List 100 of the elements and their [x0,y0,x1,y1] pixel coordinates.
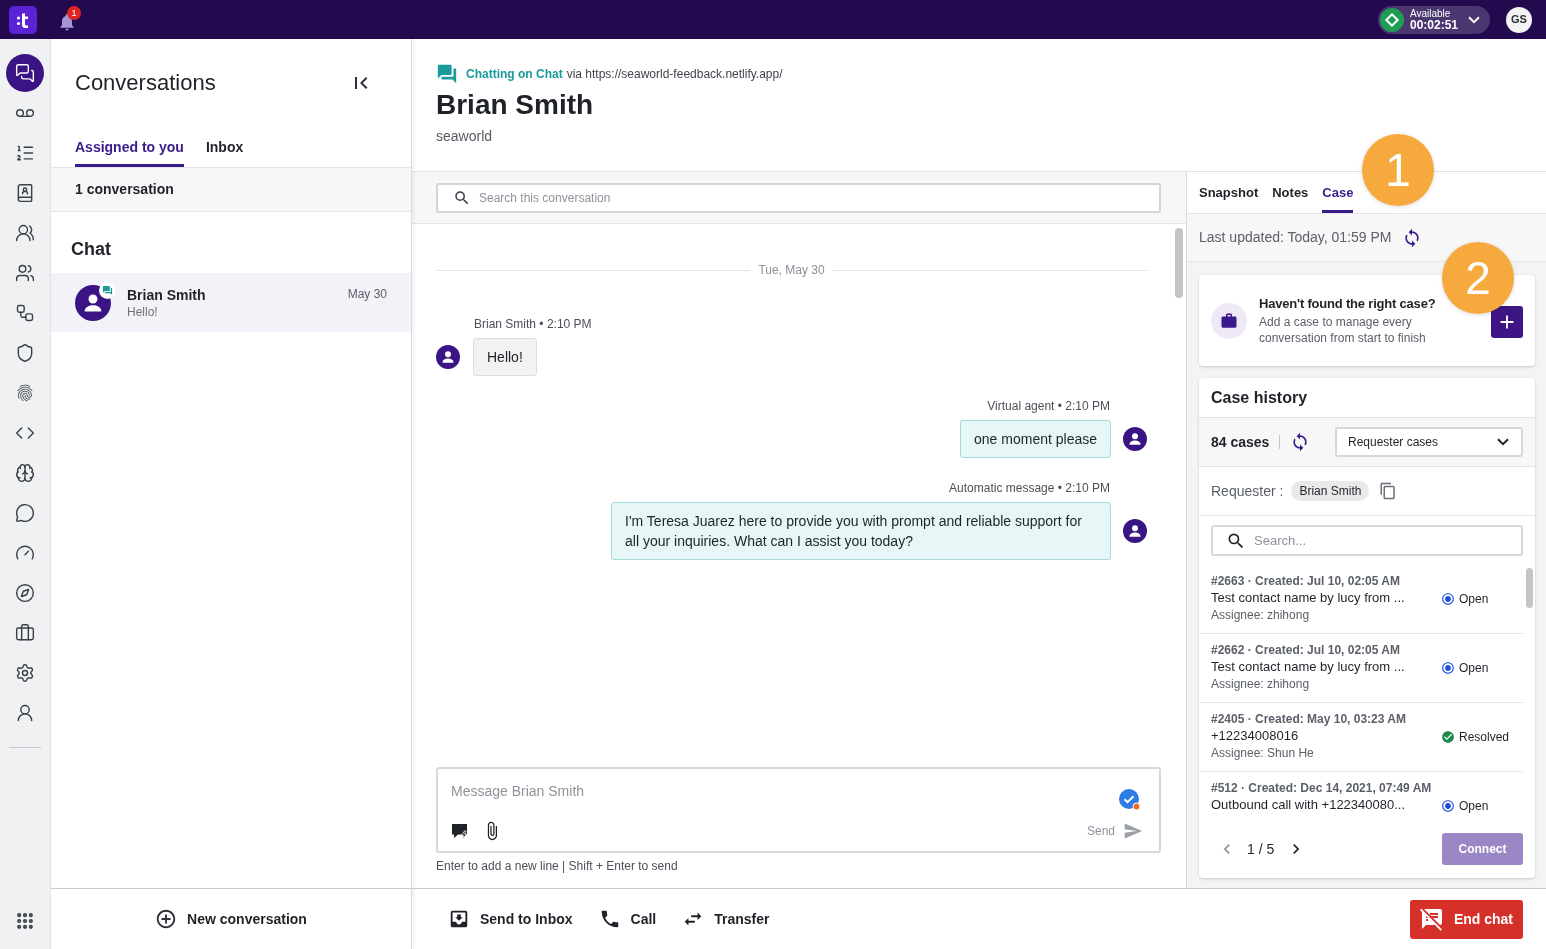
case-filter-select[interactable]: Requester cases [1335,427,1523,457]
chat-bubble-icon [15,503,35,523]
case-assignee: Assignee: zhihong [1211,676,1311,692]
chevron-down-icon [1468,15,1480,24]
chat-badge-icon [99,281,116,299]
status-label: Available [1409,7,1451,19]
case-title: Outbound call with +122340080... [1211,796,1407,814]
briefcase-icon [1211,302,1247,339]
message-preview: Hello! [127,303,159,320]
action-button[interactable]: Transfer [682,908,770,930]
message-bubble: I'm Teresa Juarez here to provide you with prompt and reliable support for all your inquiries. What can I assist you today? [611,502,1111,560]
contact-name: Brian Smith [127,285,207,304]
people-icon [15,223,35,243]
case-header: #2662 · Created: Jul 10, 02:05 AM [1211,642,1401,658]
status-timer: 00:02:51 [1409,18,1458,32]
card-title: Case history [1211,387,1308,408]
case-header: #512 · Created: Dec 14, 2021, 07:49 AM [1211,780,1433,796]
case-title: Test contact name by lucy from ... [1211,658,1406,676]
tab[interactable]: Inbox [205,134,244,167]
search-input[interactable]: Search... [1254,530,1508,551]
case-title: +12234008016 [1211,727,1300,745]
message-bubble: Hello! [473,338,537,376]
chat-bolt-icon[interactable] [450,821,470,841]
avatar-icon [1123,519,1147,543]
date-divider-text: Tue, May 30 [758,262,825,278]
brain-icon [15,463,35,483]
case-assignee: Assignee: zhihong [1211,607,1311,623]
case-assignee: Assignee: Shun He [1211,745,1315,761]
contact-book-icon [15,183,35,203]
shield-icon [15,343,35,363]
message-meta: Brian Smith • 2:10 PM [473,316,593,332]
message-meta: Automatic message • 2:10 PM [949,480,1111,496]
requester-label: Requester : [1211,481,1284,501]
avatar-icon [436,345,460,369]
status-selector[interactable]: Available 00:02:51 [1377,5,1490,34]
case-header: #2405 · Created: May 10, 03:23 AM [1211,711,1407,727]
case-status: Open [1459,591,1489,608]
tab[interactable]: Notes [1272,172,1309,213]
nav-button[interactable] [6,54,44,92]
avatar-icon [1123,427,1147,451]
conversation-date: May 30 [347,286,387,303]
source-text: via https://seaworld-feedback.netlify.app/ [566,66,783,83]
inbox-icon [448,908,470,930]
case-item[interactable]: #2662 · Created: Jul 10, 02:05 AM Test contact name by lucy from ... Assignee: zhihong Open [1199,634,1523,703]
case-status: Resolved [1459,729,1510,746]
person-icon [15,703,35,723]
settings-icon [15,663,35,683]
step-marker: 1 [1362,134,1434,206]
channel-label: Chatting on Chat [466,66,563,83]
chat-bubbles-icon [15,63,35,83]
case-title: Test contact name by lucy from ... [1211,589,1406,607]
apps-grid-icon[interactable] [15,911,35,931]
group-icon [15,263,35,283]
bell-icon[interactable] [57,11,77,32]
copy-icon[interactable] [1379,482,1398,500]
notification-badge: 1 [67,5,81,20]
add-case-button[interactable] [1491,305,1523,338]
chat-bubbles-icon [436,63,458,85]
briefcase-icon [15,623,35,643]
case-status: Open [1459,798,1489,815]
numbered-list-icon [15,143,35,163]
logo-icon[interactable] [9,5,37,34]
composer-hint: Enter to add a new line | Shift + Enter to send [436,858,679,874]
case-count: 84 cases [1211,432,1270,452]
action-button[interactable]: Call [598,908,657,930]
panel-title: Conversations [75,69,216,97]
diamond-status-icon [1379,7,1404,32]
action-button[interactable]: Send to Inbox [448,908,573,930]
search-icon [453,188,471,207]
last-updated-text: Last updated: Today, 01:59 PM [1199,228,1392,247]
search-field[interactable]: Search this conversation [436,182,1161,213]
requester-chip: Brian Smith [1291,481,1370,501]
section-heading: Chat [71,238,112,260]
fingerprint-icon [15,383,35,403]
case-status: Open [1459,660,1489,677]
conversation-count: 1 conversation [75,180,174,199]
check-badge-icon [1119,789,1141,811]
case-header: #2663 · Created: Jul 10, 02:05 AM [1211,573,1401,589]
end-chat-button[interactable]: End chat [1409,899,1523,939]
scrollbar-thumb[interactable] [1175,228,1183,298]
scrollbar-thumb[interactable] [1525,568,1533,608]
conversation-item[interactable]: Brian Smith Hello! May 30 [51,273,411,332]
case-item[interactable]: #2405 · Created: May 10, 03:23 AM +12234008016 Assignee: Shun He Resolved [1199,703,1523,772]
card-description: Add a case to manage every conversation from start to finish [1259,314,1427,346]
case-item[interactable]: #2663 · Created: Jul 10, 02:05 AM Test contact name by lucy from ... Assignee: zhihong Open [1199,565,1523,634]
card-title: Haven't found the right case? [1259,295,1436,312]
case-search-field[interactable]: Search... [1211,525,1523,556]
page-indicator: 1 / 5 [1247,839,1275,859]
new-conversation-button[interactable]: New conversation [155,908,307,930]
tab[interactable]: Snapshot [1199,172,1259,213]
message-input[interactable]: Message Brian Smith [438,769,1119,802]
message-meta: Virtual agent • 2:10 PM [987,398,1111,414]
send-icon [1123,821,1143,841]
crossed-chat-icon [1419,907,1444,931]
workflow-icon [15,303,35,323]
chevron-down-icon [1497,438,1509,446]
company-name: seaworld [436,127,494,146]
contact-name: Brian Smith [436,88,595,122]
compass-icon [15,583,35,603]
user-avatar[interactable]: GS [1506,6,1532,33]
